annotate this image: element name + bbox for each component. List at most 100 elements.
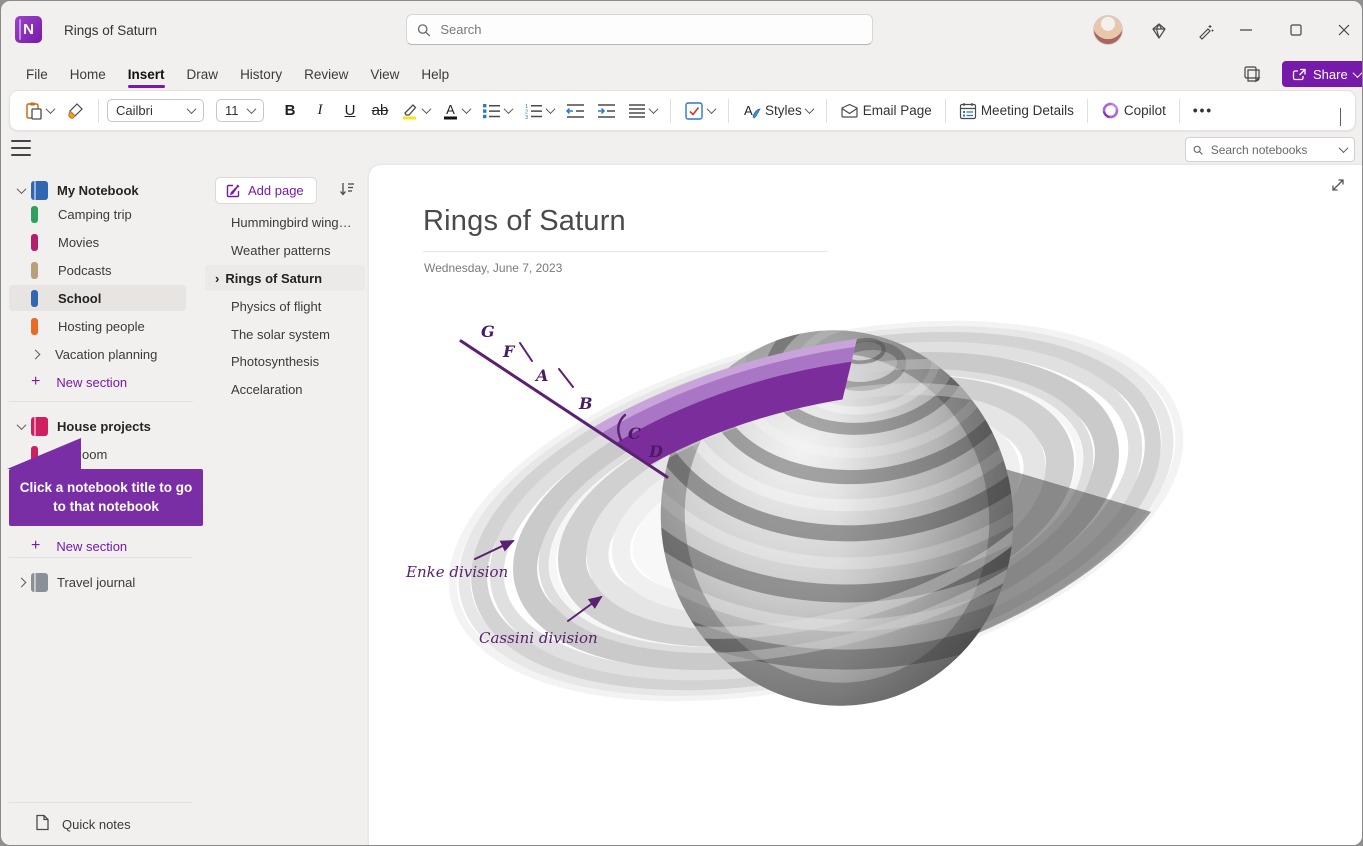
page-item[interactable]: Accelaration [205, 376, 365, 402]
chevron-down-icon [546, 104, 556, 114]
page-item[interactable]: Photosynthesis [205, 348, 365, 374]
copilot-button[interactable]: Copilot [1096, 97, 1171, 124]
nav-toggle-button[interactable] [11, 140, 31, 156]
underline-button[interactable]: U [336, 98, 364, 123]
todo-tag-icon [684, 101, 704, 121]
menu-draw[interactable]: Draw [176, 63, 230, 86]
add-page-label: Add page [248, 183, 304, 198]
avatar[interactable] [1093, 15, 1123, 45]
share-button[interactable]: Share [1282, 61, 1363, 87]
font-name-select[interactable]: Cailbri [107, 99, 204, 122]
menu-file[interactable]: File [15, 63, 59, 86]
onenote-window: N Rings of Saturn File Home Insert Draw … [0, 0, 1363, 846]
share-label: Share [1313, 67, 1348, 82]
menu-bar: File Home Insert Draw History Review Vie… [1, 59, 1362, 89]
italic-button[interactable]: I [306, 98, 334, 123]
menu-home[interactable]: Home [59, 63, 117, 86]
chevron-down-icon [16, 184, 26, 194]
expand-page-button[interactable] [1330, 177, 1346, 198]
svg-text:A: A [534, 366, 548, 385]
page-item-active[interactable]: › Rings of Saturn [205, 265, 365, 291]
section-group-vacation-planning[interactable]: Vacation planning [1, 341, 201, 367]
section-hosting-people[interactable]: Hosting people [1, 313, 201, 339]
envelope-icon [840, 103, 859, 118]
font-size-select[interactable]: 11 [216, 99, 264, 122]
quick-notes-button[interactable]: Quick notes [1, 811, 201, 837]
maximize-button[interactable] [1279, 15, 1313, 45]
collapse-ribbon-button[interactable] [1340, 108, 1341, 126]
notebook-travel-journal[interactable]: Travel journal [1, 569, 201, 595]
page-item[interactable]: Physics of flight [205, 293, 365, 319]
todo-tag-button[interactable] [679, 97, 720, 125]
bullets-button[interactable] [477, 99, 517, 123]
bold-button[interactable]: B [276, 98, 304, 123]
sticky-note-icon [1243, 65, 1261, 83]
meeting-details-button[interactable]: Meeting Details [954, 98, 1079, 124]
onenote-app-icon[interactable]: N [15, 16, 42, 43]
sort-pages-button[interactable] [338, 181, 355, 202]
section-school[interactable]: School [1, 285, 201, 311]
plus-icon: + [31, 538, 40, 554]
page-item[interactable]: Hummingbird wing… [205, 209, 365, 235]
quick-notes-icon [35, 814, 50, 834]
paste-button[interactable] [20, 97, 59, 124]
increase-indent-button[interactable] [592, 99, 621, 123]
menu-history[interactable]: History [229, 63, 293, 86]
indent-icon [597, 103, 616, 119]
close-button[interactable] [1327, 15, 1361, 45]
font-size-value: 11 [225, 103, 239, 118]
styles-label: Styles [765, 103, 802, 118]
highlighter-button[interactable] [396, 98, 435, 124]
section-camping-trip[interactable]: Camping trip [1, 201, 201, 227]
notebook-tooltip: Click a notebook title to go to that not… [9, 469, 203, 526]
font-color-button[interactable]: A [437, 98, 475, 124]
notebook-my-notebook[interactable]: My Notebook [1, 177, 201, 203]
email-page-label: Email Page [863, 103, 932, 118]
section-podcasts[interactable]: Podcasts [1, 257, 201, 283]
chevron-down-icon [1352, 68, 1362, 78]
page-item[interactable]: Weather patterns [205, 237, 365, 263]
chevron-right-icon [30, 349, 40, 359]
saturn-illustration[interactable]: G F A B C D Enke division Cassini divisi… [399, 291, 1209, 741]
copilot-icon [1101, 101, 1120, 120]
global-search-input[interactable] [438, 21, 862, 38]
chevron-down-icon [504, 104, 514, 114]
chevron-down-icon [46, 104, 56, 114]
strikethrough-button[interactable]: ab [366, 98, 394, 123]
chevron-down-icon [1340, 108, 1341, 126]
new-section-button[interactable]: + New section [1, 369, 201, 395]
format-painter-button[interactable] [61, 98, 90, 124]
section-tab-icon [31, 262, 38, 279]
add-page-button[interactable]: Add page [215, 177, 317, 204]
email-page-button[interactable]: Email Page [835, 99, 937, 122]
diamond-icon[interactable] [1147, 19, 1171, 43]
global-search-box[interactable] [406, 14, 873, 45]
page-item[interactable]: The solar system [205, 321, 365, 347]
section-movies[interactable]: Movies [1, 229, 201, 255]
svg-text:3: 3 [525, 115, 528, 119]
notebook-house-projects[interactable]: House projects [1, 413, 201, 439]
menu-insert[interactable]: Insert [117, 63, 176, 86]
svg-text:D: D [648, 442, 663, 461]
whats-new-wand-icon[interactable] [1193, 19, 1217, 43]
align-button[interactable] [623, 99, 662, 123]
svg-text:G: G [481, 322, 495, 341]
svg-text:C: C [628, 424, 641, 443]
page-title-text[interactable]: Rings of Saturn [423, 205, 626, 238]
chevron-down-icon [422, 104, 432, 114]
decrease-indent-button[interactable] [561, 99, 590, 123]
search-notebooks-box[interactable] [1185, 137, 1355, 162]
new-section-button-2[interactable]: + New section [1, 533, 201, 559]
minimize-button[interactable] [1229, 15, 1263, 45]
styles-button[interactable]: A Styles [737, 98, 818, 124]
search-notebooks-input[interactable] [1209, 142, 1334, 158]
chevron-down-icon [16, 420, 26, 430]
page-canvas[interactable]: Rings of Saturn Wednesday, June 7, 2023 [369, 165, 1363, 846]
menu-help[interactable]: Help [410, 63, 460, 86]
menu-review[interactable]: Review [293, 63, 359, 86]
more-options-button[interactable]: ••• [1188, 99, 1218, 122]
numbering-button[interactable]: 123 [519, 99, 559, 123]
sticky-notes-button[interactable] [1239, 62, 1265, 86]
menu-view[interactable]: View [359, 63, 410, 86]
search-icon [1193, 144, 1203, 156]
